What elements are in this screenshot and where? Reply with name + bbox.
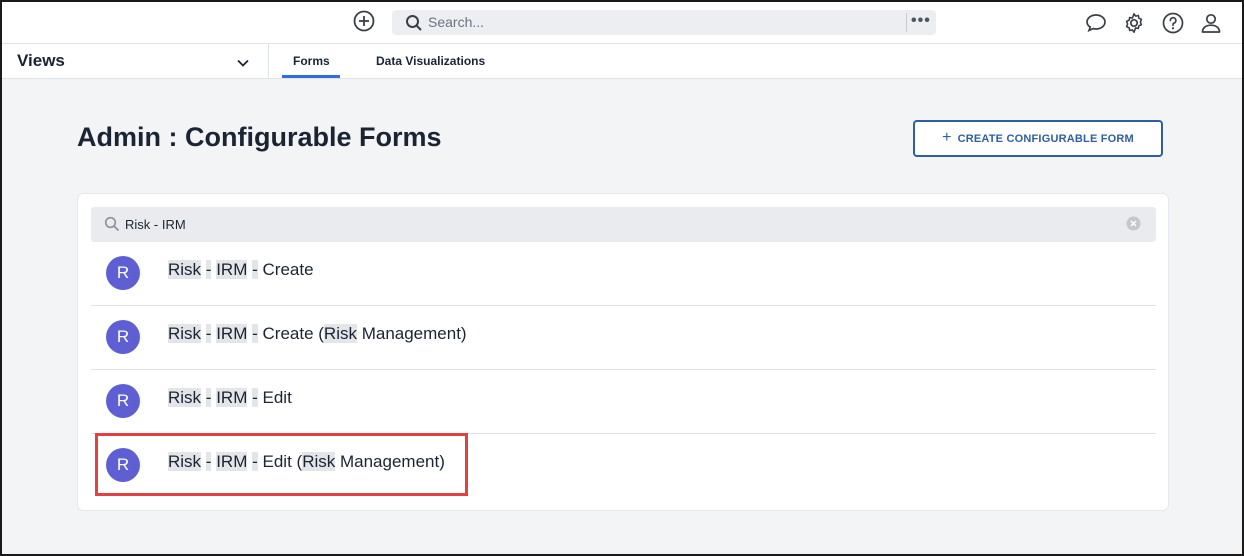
list-item-label: Risk - IRM - Edit (Risk Management) bbox=[168, 452, 445, 471]
list-item-label: Risk - IRM - Create bbox=[168, 260, 314, 279]
search-placeholder: Search... bbox=[428, 14, 485, 30]
global-search-input[interactable]: Search... ••• bbox=[392, 10, 936, 35]
list-item[interactable]: R Risk - IRM - Create bbox=[91, 242, 1156, 306]
plus-icon: + bbox=[942, 128, 952, 146]
filter-input[interactable]: Risk - IRM bbox=[91, 207, 1156, 242]
search-divider bbox=[906, 13, 907, 32]
search-icon bbox=[406, 15, 422, 31]
avatar: R bbox=[106, 384, 140, 418]
create-button-label: CREATE CONFIGURABLE FORM bbox=[957, 132, 1134, 145]
create-configurable-form-button[interactable]: + CREATE CONFIGURABLE FORM bbox=[913, 120, 1163, 157]
search-icon bbox=[104, 216, 120, 232]
active-tab-indicator bbox=[282, 75, 340, 78]
sub-nav: Views Forms Data Visualizations bbox=[0, 44, 1244, 79]
gear-icon[interactable] bbox=[1122, 11, 1146, 35]
list-item-label: Risk - IRM - Create (Risk Management) bbox=[168, 324, 467, 343]
chat-icon[interactable] bbox=[1084, 11, 1108, 35]
chevron-down-icon[interactable] bbox=[234, 54, 252, 72]
avatar: R bbox=[106, 320, 140, 354]
clear-icon[interactable] bbox=[1126, 216, 1141, 231]
subnav-divider bbox=[268, 44, 269, 79]
list-item-label: Risk - IRM - Edit bbox=[168, 388, 292, 407]
help-icon[interactable] bbox=[1161, 11, 1185, 35]
tab-forms[interactable]: Forms bbox=[293, 54, 330, 68]
list-item[interactable]: R Risk - IRM - Create (Risk Management) bbox=[91, 306, 1156, 370]
views-dropdown-label[interactable]: Views bbox=[17, 51, 65, 71]
top-bar: Search... ••• bbox=[0, 0, 1244, 44]
forms-list-card: Risk - IRM R Risk - IRM - Create R Risk … bbox=[77, 193, 1169, 511]
filter-value: Risk - IRM bbox=[125, 217, 186, 232]
search-more-button[interactable]: ••• bbox=[911, 12, 933, 32]
tab-data-visualizations[interactable]: Data Visualizations bbox=[376, 54, 485, 68]
add-circle-icon[interactable] bbox=[352, 9, 376, 33]
list-item[interactable]: R Risk - IRM - Edit bbox=[91, 370, 1156, 434]
list-item[interactable]: R Risk - IRM - Edit (Risk Management) bbox=[91, 434, 1156, 498]
avatar: R bbox=[106, 448, 140, 482]
user-icon[interactable] bbox=[1199, 11, 1223, 35]
page-title: Admin : Configurable Forms bbox=[77, 122, 442, 152]
avatar: R bbox=[106, 256, 140, 290]
